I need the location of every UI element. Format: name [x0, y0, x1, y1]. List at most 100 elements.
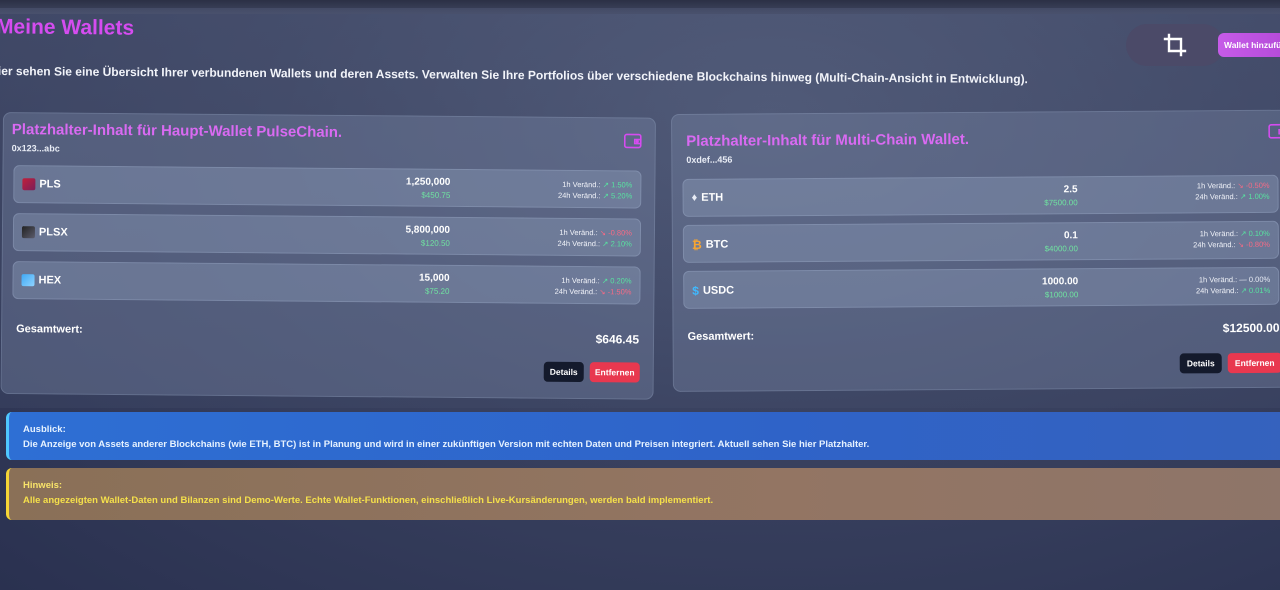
details-button[interactable]: Details [543, 361, 584, 383]
asset-row-pls[interactable]: PLS 1,250,000 $450.75 1h Veränd.: ↗ 1.50… [13, 165, 642, 209]
asset-name: USDC [702, 284, 735, 297]
asset-name: BTC [705, 238, 729, 251]
change-1h-label: 1h Veränd.: [559, 227, 598, 238]
outlook-text: Die Anzeige von Assets anderer Blockchai… [23, 439, 870, 450]
trend-down-icon: ↘ [599, 228, 607, 238]
change-24h-label: 24h Veränd.: [1193, 240, 1236, 250]
wallet-title: Platzhalter-Inhalt für Haupt-Wallet Puls… [11, 121, 343, 141]
trend-up-icon: ↗ [1240, 285, 1247, 296]
change-1h: 1h Veränd.: ↗ 1.50% [562, 180, 632, 190]
change-1h-value: -0.80% [608, 228, 633, 238]
asset-name: PLSX [38, 226, 68, 239]
trend-down-icon: ↘ [599, 287, 606, 297]
asset-amount: 15,000 [418, 272, 450, 284]
ethereum-icon: ♦ [691, 191, 698, 204]
trend-flat-icon: — [1239, 274, 1247, 285]
change-24h-label: 24h Veränd.: [557, 238, 601, 249]
trend-down-icon: ↘ [1237, 240, 1245, 250]
asset-row-hex[interactable]: HEX 15,000 $75.20 1h Veränd.: ↗ 0.20% 24… [12, 261, 641, 305]
change-1h: 1h Veränd.: — 0.00% [1199, 275, 1270, 284]
change-1h-value: 1.50% [611, 180, 633, 190]
change-24h-value: 1.00% [1248, 191, 1270, 201]
bitcoin-icon: ₿ [691, 237, 702, 252]
change-24h: 24h Veränd.: ↗ 0.01% [1196, 286, 1270, 296]
asset-name: PLS [39, 178, 61, 191]
details-button[interactable]: Details [1179, 353, 1222, 374]
change-1h: 1h Veränd.: ↘ -0.50% [1197, 181, 1270, 191]
asset-usd-value: $450.75 [421, 190, 451, 200]
wallet-icon[interactable] [623, 132, 642, 149]
crop-icon [1163, 33, 1187, 57]
asset-amount: 5,800,000 [405, 224, 451, 236]
change-24h-value: -1.50% [607, 287, 632, 297]
change-24h-value: 5.20% [610, 191, 633, 201]
change-1h-value: 0.00% [1248, 274, 1271, 284]
asset-row-btc[interactable]: ₿ BTC 0.1 $4000.00 1h Veränd.: ↗ 0.10% 2… [682, 220, 1280, 263]
trend-up-icon: ↗ [1239, 191, 1247, 202]
change-24h-value: 2.10% [610, 239, 632, 249]
change-1h-label: 1h Veränd.: [561, 275, 600, 286]
crop-tool-button[interactable] [1126, 24, 1224, 66]
change-1h: 1h Veränd.: ↗ 0.10% [1200, 229, 1270, 238]
change-24h: 24h Veränd.: ↗ 1.00% [1195, 192, 1269, 202]
change-24h: 24h Veränd.: ↗ 2.10% [558, 239, 632, 249]
change-24h-label: 24h Veränd.: [554, 286, 598, 297]
outlook-title: Ausblick: [23, 424, 66, 435]
change-1h-value: 0.20% [610, 276, 632, 286]
change-1h-value: 0.10% [1248, 228, 1270, 238]
dollar-icon: $ [692, 283, 699, 298]
hint-title: Hinweis: [23, 480, 63, 491]
change-1h-label: 1h Veränd.: [1198, 275, 1238, 285]
asset-usd-value: $75.20 [424, 286, 450, 296]
trend-down-icon: ↘ [1237, 181, 1244, 191]
trend-up-icon: ↗ [1240, 228, 1247, 239]
asset-amount: 2.5 [1063, 184, 1078, 196]
total-label: Gesamtwert: [16, 323, 83, 336]
asset-name: ETH [701, 191, 724, 204]
add-wallet-button[interactable]: Wallet hinzufüg [1218, 33, 1280, 57]
change-24h: 24h Veränd.: ↘ -1.50% [555, 287, 632, 297]
asset-name: HEX [38, 274, 62, 287]
wallet-title: Platzhalter-Inhalt für Multi-Chain Walle… [686, 130, 970, 150]
trend-up-icon: ↗ [601, 276, 609, 286]
asset-usd-value: $1000.00 [1044, 290, 1079, 300]
asset-usd-value: $7500.00 [1044, 198, 1078, 208]
change-1h-value: -0.50% [1245, 180, 1270, 190]
change-1h-label: 1h Veränd.: [1196, 181, 1236, 191]
total-value: $12500.00 [1222, 320, 1280, 336]
asset-amount: 0.1 [1063, 230, 1078, 242]
change-24h-label: 24h Veränd.: [1195, 286, 1239, 296]
trend-up-icon: ↗ [602, 239, 609, 249]
remove-button[interactable]: Entfernen [589, 362, 640, 383]
change-24h-label: 24h Veränd.: [557, 190, 601, 201]
asset-row-eth[interactable]: ♦ ETH 2.5 $7500.00 1h Veränd.: ↘ -0.50% … [682, 174, 1279, 217]
wallet-address: 0x123...abc [11, 143, 60, 154]
pls-icon [22, 178, 36, 191]
asset-amount: 1000.00 [1041, 276, 1079, 288]
asset-usd-value: $4000.00 [1044, 244, 1078, 254]
total-value: $646.45 [595, 332, 640, 347]
change-24h-label: 24h Veränd.: [1195, 192, 1238, 202]
outlook-notice: Ausblick: Die Anzeige von Assets anderer… [6, 412, 1280, 460]
page-title: Meine Wallets [0, 15, 135, 40]
wallet-icon[interactable] [1268, 123, 1280, 139]
total-label: Gesamtwert: [687, 330, 755, 343]
plsx-icon [21, 226, 36, 239]
change-1h: 1h Veränd.: ↘ -0.80% [559, 228, 632, 238]
hint-notice: Hinweis: Alle angezeigten Wallet-Daten u… [6, 468, 1280, 520]
change-24h: 24h Veränd.: ↘ -0.80% [1193, 240, 1270, 250]
wallet-card-multichain: Platzhalter-Inhalt für Multi-Chain Walle… [671, 109, 1280, 392]
asset-row-usdc[interactable]: $ USDC 1000.00 $1000.00 1h Veränd.: — 0.… [683, 266, 1280, 309]
asset-usd-value: $120.50 [420, 238, 450, 248]
change-24h: 24h Veränd.: ↗ 5.20% [558, 191, 632, 201]
trend-up-icon: ↗ [602, 180, 610, 190]
hex-icon [21, 274, 35, 287]
wallet-address: 0xdef...456 [686, 154, 733, 165]
hint-text: Alle angezeigten Wallet-Daten und Bilanz… [23, 495, 714, 506]
asset-amount: 1,250,000 [405, 176, 451, 188]
change-24h-value: 0.01% [1248, 285, 1271, 295]
change-24h-value: -0.80% [1246, 239, 1270, 249]
asset-row-plsx[interactable]: PLSX 5,800,000 $120.50 1h Veränd.: ↘ -0.… [12, 213, 642, 257]
remove-button[interactable]: Entfernen [1227, 352, 1280, 374]
trend-up-icon: ↗ [602, 191, 609, 201]
